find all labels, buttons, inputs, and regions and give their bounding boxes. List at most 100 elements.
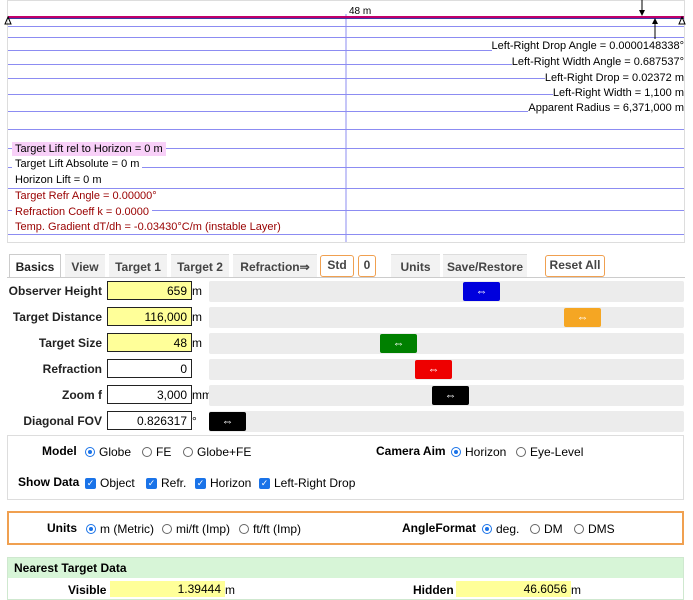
info-drop: Left-Right Drop = 0.02372 m bbox=[544, 71, 684, 85]
angle-format-label: AngleFormat bbox=[402, 521, 477, 535]
angle-dm-option[interactable]: DM bbox=[530, 522, 563, 536]
nearest-target-title: Nearest Target Data bbox=[8, 558, 683, 578]
target-size-input[interactable] bbox=[107, 333, 192, 352]
slider-track[interactable]: ⇔ bbox=[209, 411, 684, 432]
radio-icon[interactable] bbox=[516, 447, 526, 457]
units-label: Units bbox=[47, 521, 77, 535]
slider-label: Zoom f bbox=[62, 388, 102, 402]
slider-row-target-distance: Target Distance m ⇔ bbox=[7, 305, 685, 329]
option-label: deg. bbox=[496, 522, 520, 536]
option-label: Left-Right Drop bbox=[274, 476, 356, 490]
option-label: Globe+FE bbox=[197, 445, 252, 459]
slider-label: Observer Height bbox=[8, 284, 102, 298]
camera-aim-eye-level-option[interactable]: Eye-Level bbox=[516, 445, 583, 459]
slider-label: Target Size bbox=[38, 336, 102, 350]
visible-label: Visible bbox=[68, 583, 107, 597]
checkbox-icon[interactable]: ✓ bbox=[146, 477, 157, 489]
hidden-value: 46.6056 bbox=[456, 581, 571, 597]
checkbox-icon[interactable]: ✓ bbox=[195, 477, 206, 489]
angle-dms-option[interactable]: DMS bbox=[574, 522, 615, 536]
show-horizon-option[interactable]: ✓ Horizon bbox=[195, 476, 251, 490]
zoom-input[interactable] bbox=[107, 385, 192, 404]
info-target-lift-abs: Target Lift Absolute = 0 m bbox=[12, 157, 143, 171]
radio-icon[interactable] bbox=[574, 524, 584, 534]
target-distance-input[interactable] bbox=[107, 307, 192, 326]
angle-deg-option[interactable]: deg. bbox=[482, 522, 519, 536]
options-panel: Model Globe FE Globe+FE Camera Aim Horiz… bbox=[7, 435, 684, 500]
slider-row-target-size: Target Size m ⇔ bbox=[7, 331, 685, 355]
option-label: Refr. bbox=[161, 476, 187, 490]
units-panel: Units m (Metric) mi/ft (Imp) ft/ft (Imp)… bbox=[7, 511, 684, 545]
radio-icon[interactable] bbox=[482, 524, 492, 534]
units-mi-ft-option[interactable]: mi/ft (Imp) bbox=[162, 522, 230, 536]
slider-knob[interactable]: ⇔ bbox=[432, 386, 469, 405]
slider-label: Target Distance bbox=[12, 310, 102, 324]
reset-all-button[interactable]: Reset All bbox=[545, 255, 605, 277]
option-label: ft/ft (Imp) bbox=[253, 522, 301, 536]
slider-track[interactable]: ⇔ bbox=[209, 281, 684, 302]
slider-row-zoom: Zoom f mm ⇔ bbox=[7, 383, 685, 407]
model-fe-option[interactable]: FE bbox=[142, 445, 171, 459]
tab-view[interactable]: View bbox=[65, 254, 105, 278]
tab-bar: Basics View Target 1 Target 2 Refraction… bbox=[7, 254, 685, 278]
camera-aim-horizon-option[interactable]: Horizon bbox=[451, 445, 506, 459]
model-globe-option[interactable]: Globe bbox=[85, 445, 131, 459]
checkbox-icon[interactable]: ✓ bbox=[85, 477, 96, 489]
hidden-label: Hidden bbox=[413, 583, 454, 597]
slider-row-diagonal-fov: Diagonal FOV ° ⇔ bbox=[7, 409, 685, 433]
radio-icon[interactable] bbox=[162, 524, 172, 534]
slider-label: Diagonal FOV bbox=[23, 414, 102, 428]
tab-target-2[interactable]: Target 2 bbox=[171, 254, 229, 278]
slider-knob[interactable]: ⇔ bbox=[380, 334, 417, 353]
info-width-angle: Left-Right Width Angle = 0.687537° bbox=[511, 55, 684, 69]
show-data-label: Show Data bbox=[18, 475, 80, 489]
observer-height-input[interactable] bbox=[107, 281, 192, 300]
tab-basics[interactable]: Basics bbox=[9, 254, 61, 278]
radio-icon[interactable] bbox=[142, 447, 152, 457]
info-apparent-radius: Apparent Radius = 6,371,000 m bbox=[528, 101, 684, 115]
diagonal-fov-input[interactable] bbox=[107, 411, 192, 430]
slider-knob[interactable]: ⇔ bbox=[564, 308, 601, 327]
simulation-graphic: 48 m Left-Right Drop Angle = 0.000014833… bbox=[0, 0, 693, 244]
zero-button[interactable]: 0 bbox=[358, 255, 376, 277]
option-label: Eye-Level bbox=[530, 445, 584, 459]
model-label: Model bbox=[42, 444, 77, 458]
slider-track[interactable]: ⇔ bbox=[209, 333, 684, 354]
slider-track[interactable]: ⇔ bbox=[209, 359, 684, 380]
radio-icon[interactable] bbox=[183, 447, 193, 457]
std-button[interactable]: Std bbox=[320, 255, 354, 277]
radio-icon[interactable] bbox=[86, 524, 96, 534]
refraction-input[interactable] bbox=[107, 359, 192, 378]
show-object-option[interactable]: ✓ Object bbox=[85, 476, 135, 490]
slider-unit: m bbox=[192, 336, 202, 350]
slider-track[interactable]: ⇔ bbox=[209, 307, 684, 328]
slider-knob[interactable]: ⇔ bbox=[415, 360, 452, 379]
checkbox-icon[interactable]: ✓ bbox=[259, 477, 270, 489]
option-label: mi/ft (Imp) bbox=[176, 522, 230, 536]
model-globe-fe-option[interactable]: Globe+FE bbox=[183, 445, 251, 459]
option-label: m (Metric) bbox=[100, 522, 154, 536]
tab-save-restore[interactable]: Save/Restore bbox=[443, 254, 527, 278]
option-label: Object bbox=[100, 476, 135, 490]
tab-divider bbox=[7, 277, 685, 278]
show-left-right-drop-option[interactable]: ✓ Left-Right Drop bbox=[259, 476, 355, 490]
tab-units[interactable]: Units bbox=[391, 254, 440, 278]
radio-icon[interactable] bbox=[530, 524, 540, 534]
option-label: FE bbox=[156, 445, 172, 459]
slider-track[interactable]: ⇔ bbox=[209, 385, 684, 406]
radio-icon[interactable] bbox=[239, 524, 249, 534]
radio-icon[interactable] bbox=[85, 447, 95, 457]
visible-unit: m bbox=[225, 583, 235, 597]
units-metric-option[interactable]: m (Metric) bbox=[86, 522, 154, 536]
units-ft-ft-option[interactable]: ft/ft (Imp) bbox=[239, 522, 301, 536]
slider-row-observer-height: Observer Height m ⇔ bbox=[7, 279, 685, 303]
slider-unit: ° bbox=[192, 414, 197, 428]
tab-refraction[interactable]: Refraction⇒ bbox=[233, 254, 317, 278]
visible-value: 1.39444 bbox=[110, 581, 225, 597]
show-refr-option[interactable]: ✓ Refr. bbox=[146, 476, 186, 490]
tab-target-1[interactable]: Target 1 bbox=[109, 254, 167, 278]
radio-icon[interactable] bbox=[451, 447, 461, 457]
option-label: DM bbox=[544, 522, 563, 536]
slider-knob[interactable]: ⇔ bbox=[209, 412, 246, 431]
slider-knob[interactable]: ⇔ bbox=[463, 282, 500, 301]
